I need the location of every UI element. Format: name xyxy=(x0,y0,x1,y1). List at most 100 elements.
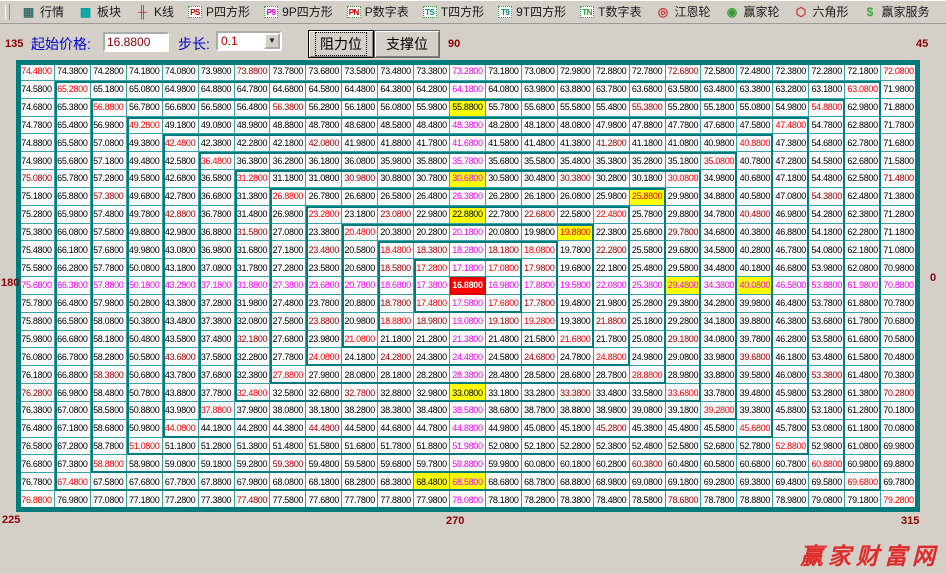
grid-cell[interactable]: 45.0800 xyxy=(522,420,558,438)
grid-cell[interactable]: 74.8800 xyxy=(19,134,55,152)
grid-cell[interactable]: 36.0800 xyxy=(342,152,378,170)
grid-cell[interactable]: 63.8800 xyxy=(558,81,594,99)
grid-cell[interactable]: 17.1800 xyxy=(450,259,486,277)
grid-cell[interactable]: 58.5800 xyxy=(91,402,127,420)
toolbar-item-t-square[interactable]: TST四方形 xyxy=(416,2,491,21)
grid-cell[interactable]: 42.8800 xyxy=(163,206,199,224)
grid-cell[interactable]: 36.2800 xyxy=(270,152,306,170)
grid-cell[interactable]: 60.8800 xyxy=(809,455,845,473)
grid-cell[interactable]: 46.8800 xyxy=(773,224,809,242)
grid-cell[interactable]: 29.6800 xyxy=(666,241,702,259)
grid-cell[interactable]: 51.1800 xyxy=(163,438,199,456)
grid-cell[interactable]: 77.8800 xyxy=(378,491,414,509)
grid-cell[interactable]: 74.4800 xyxy=(19,63,55,81)
grid-cell[interactable]: 68.4800 xyxy=(414,473,450,491)
grid-cell[interactable]: 54.6800 xyxy=(809,134,845,152)
grid-cell[interactable]: 65.0800 xyxy=(127,81,163,99)
grid-cell[interactable]: 48.2800 xyxy=(486,117,522,135)
grid-cell[interactable]: 69.4800 xyxy=(773,473,809,491)
grid-cell[interactable]: 65.5800 xyxy=(55,134,91,152)
grid-cell[interactable]: 30.8800 xyxy=(378,170,414,188)
grid-cell[interactable]: 53.1800 xyxy=(809,402,845,420)
grid-cell[interactable]: 65.7800 xyxy=(55,170,91,188)
grid-cell[interactable]: 62.4800 xyxy=(845,188,881,206)
grid-cell[interactable]: 79.2800 xyxy=(881,491,917,509)
grid-cell[interactable]: 24.4800 xyxy=(450,348,486,366)
grid-cell[interactable]: 34.7800 xyxy=(701,206,737,224)
grid-cell[interactable]: 56.8800 xyxy=(91,99,127,117)
grid-cell[interactable]: 40.4800 xyxy=(737,206,773,224)
grid-cell[interactable]: 35.4800 xyxy=(558,152,594,170)
grid-cell[interactable]: 36.7800 xyxy=(199,206,235,224)
grid-cell[interactable]: 53.3800 xyxy=(809,366,845,384)
grid-cell[interactable]: 35.3800 xyxy=(594,152,630,170)
grid-cell[interactable]: 18.1800 xyxy=(486,241,522,259)
grid-cell[interactable]: 20.1800 xyxy=(450,224,486,242)
grid-cell[interactable]: 71.9800 xyxy=(881,81,917,99)
grid-cell[interactable]: 77.5800 xyxy=(270,491,306,509)
grid-cell[interactable]: 34.8800 xyxy=(701,188,737,206)
grid-cell[interactable]: 27.6800 xyxy=(270,331,306,349)
grid-cell[interactable]: 77.2800 xyxy=(163,491,199,509)
grid-cell[interactable]: 42.1800 xyxy=(270,134,306,152)
grid-cell[interactable]: 57.2800 xyxy=(91,170,127,188)
grid-cell[interactable]: 32.4800 xyxy=(235,384,271,402)
grid-cell[interactable]: 75.9800 xyxy=(19,331,55,349)
grid-cell[interactable]: 47.5800 xyxy=(737,117,773,135)
grid-cell[interactable]: 61.1800 xyxy=(845,420,881,438)
grid-cell[interactable]: 43.4800 xyxy=(163,313,199,331)
grid-cell[interactable]: 21.3800 xyxy=(450,331,486,349)
grid-cell[interactable]: 77.0800 xyxy=(91,491,127,509)
grid-cell[interactable]: 40.3800 xyxy=(737,224,773,242)
grid-cell[interactable]: 56.2800 xyxy=(306,99,342,117)
grid-cell[interactable]: 50.4800 xyxy=(127,331,163,349)
grid-cell[interactable]: 74.5800 xyxy=(19,81,55,99)
grid-cell[interactable]: 16.9800 xyxy=(486,277,522,295)
grid-cell[interactable]: 58.2800 xyxy=(91,348,127,366)
grid-cell[interactable]: 59.2800 xyxy=(235,455,271,473)
grid-cell[interactable]: 42.7800 xyxy=(163,188,199,206)
grid-cell[interactable]: 73.1800 xyxy=(486,63,522,81)
grid-cell[interactable]: 70.7800 xyxy=(881,295,917,313)
grid-cell[interactable]: 36.9800 xyxy=(199,241,235,259)
grid-cell[interactable]: 35.1800 xyxy=(666,152,702,170)
grid-cell[interactable]: 64.3800 xyxy=(378,81,414,99)
grid-cell[interactable]: 29.2800 xyxy=(666,313,702,331)
grid-cell[interactable]: 63.0800 xyxy=(845,81,881,99)
grid-cell[interactable]: 44.0800 xyxy=(163,420,199,438)
grid-cell[interactable]: 46.7800 xyxy=(773,241,809,259)
grid-cell[interactable]: 49.8800 xyxy=(127,224,163,242)
grid-cell[interactable]: 47.7800 xyxy=(666,117,702,135)
grid-cell[interactable]: 63.2800 xyxy=(773,81,809,99)
grid-cell[interactable]: 63.1800 xyxy=(809,81,845,99)
grid-cell[interactable]: 38.6800 xyxy=(486,402,522,420)
grid-cell[interactable]: 63.4800 xyxy=(701,81,737,99)
grid-cell[interactable]: 54.1800 xyxy=(809,224,845,242)
grid-cell-center[interactable]: 16.8800 xyxy=(450,277,486,295)
grid-cell[interactable]: 39.2800 xyxy=(701,402,737,420)
grid-cell[interactable]: 62.1800 xyxy=(845,241,881,259)
grid-cell[interactable]: 27.0800 xyxy=(270,224,306,242)
grid-cell[interactable]: 35.5800 xyxy=(522,152,558,170)
grid-cell[interactable]: 40.1800 xyxy=(737,259,773,277)
grid-cell[interactable]: 20.3800 xyxy=(378,224,414,242)
grid-cell[interactable]: 52.7800 xyxy=(737,438,773,456)
grid-cell[interactable]: 54.5800 xyxy=(809,152,845,170)
grid-cell[interactable]: 32.6800 xyxy=(306,384,342,402)
grid-cell[interactable]: 37.6800 xyxy=(199,366,235,384)
grid-cell[interactable]: 75.0800 xyxy=(19,170,55,188)
grid-cell[interactable]: 47.2800 xyxy=(773,152,809,170)
grid-cell[interactable]: 24.2800 xyxy=(378,348,414,366)
grid-cell[interactable]: 36.5800 xyxy=(199,170,235,188)
grid-cell[interactable]: 64.4800 xyxy=(342,81,378,99)
grid-cell[interactable]: 27.7800 xyxy=(270,348,306,366)
grid-cell[interactable]: 53.6800 xyxy=(809,313,845,331)
grid-cell[interactable]: 50.5800 xyxy=(127,348,163,366)
grid-cell[interactable]: 21.6800 xyxy=(558,331,594,349)
grid-cell[interactable]: 45.4800 xyxy=(666,420,702,438)
toolbar-item-9t-square[interactable]: T99T四方形 xyxy=(491,2,573,21)
step-combobox[interactable]: 0.1 ▼ xyxy=(216,31,282,51)
grid-cell[interactable]: 59.1800 xyxy=(199,455,235,473)
grid-cell[interactable]: 54.7800 xyxy=(809,117,845,135)
grid-cell[interactable]: 49.9800 xyxy=(127,241,163,259)
